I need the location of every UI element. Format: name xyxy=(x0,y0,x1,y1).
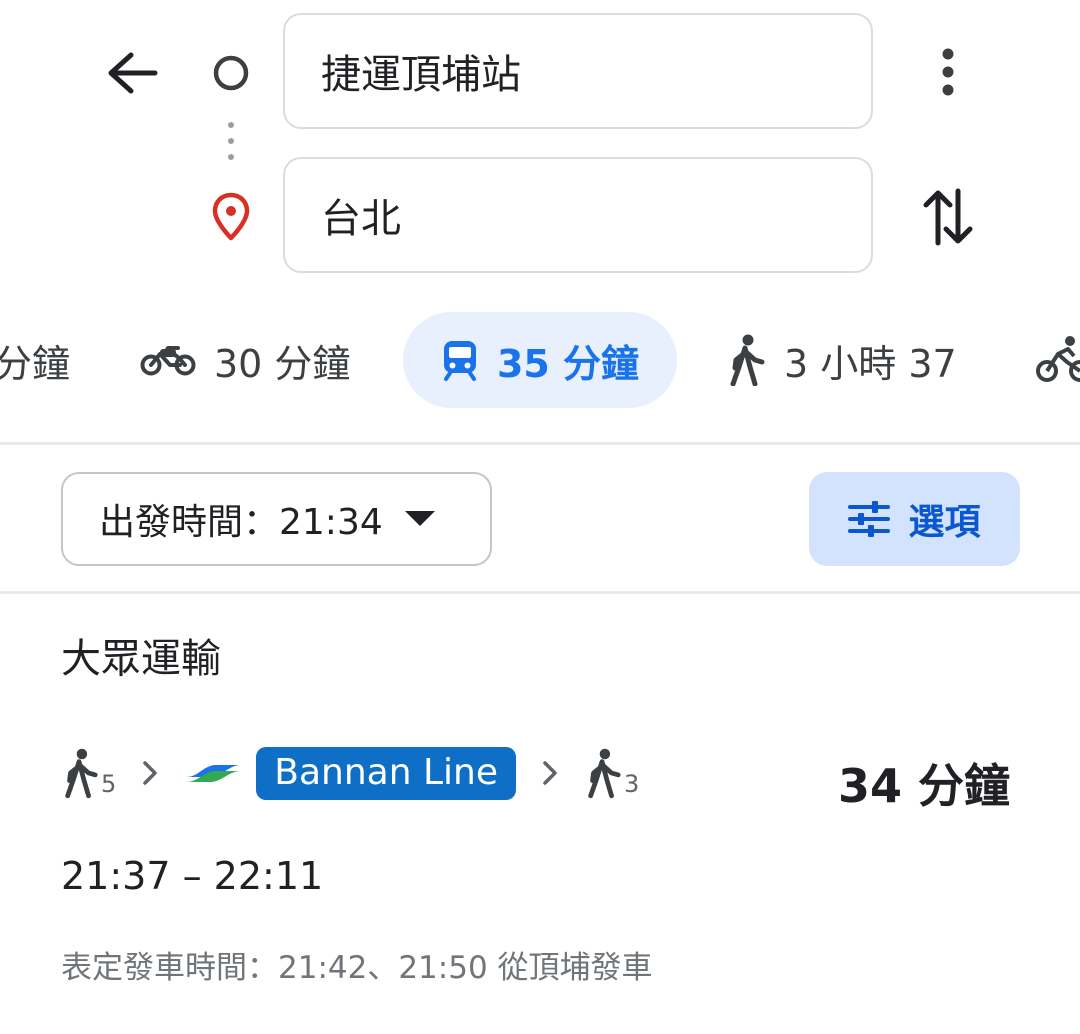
mode-tab-car[interactable]: 分鐘 xyxy=(0,312,70,408)
walking-person-icon xyxy=(65,748,98,799)
walking-person-icon xyxy=(726,334,766,386)
triangle-down-icon xyxy=(404,511,435,527)
mode-tab-bicycle[interactable] xyxy=(1036,312,1080,408)
tune-icon xyxy=(848,501,891,537)
route-duration: 34 分鐘 xyxy=(838,759,1011,813)
arrow-left-icon xyxy=(108,52,158,94)
destination-input[interactable]: 台北 xyxy=(283,157,873,273)
mode-tab-motorcycle[interactable]: 30 分鐘 xyxy=(140,312,350,408)
vertical-dots-icon xyxy=(942,48,954,96)
walk-minutes: 3 xyxy=(624,770,640,798)
route-connector-dots xyxy=(228,122,234,170)
section-title: 大眾運輸 xyxy=(61,636,221,682)
chevron-right-icon xyxy=(142,760,158,786)
motorcycle-icon xyxy=(140,343,196,377)
metro-logo-icon xyxy=(184,760,242,786)
mode-tab-label: 30 分鐘 xyxy=(214,341,351,386)
origin-input[interactable]: 捷運頂埔站 xyxy=(283,13,873,129)
walking-person-icon xyxy=(588,748,621,799)
swap-button[interactable] xyxy=(916,182,980,252)
options-button[interactable]: 選項 xyxy=(809,472,1020,566)
options-label: 選項 xyxy=(908,502,981,543)
divider xyxy=(0,442,1080,445)
more-options-button[interactable] xyxy=(918,42,978,102)
divider xyxy=(0,591,1080,594)
departure-time-label: 出發時間：21:34 xyxy=(99,502,383,543)
schedule-text: 表定發車時間：21:42、21:50 從頂埔發車 xyxy=(61,950,653,986)
mode-tab-label: 分鐘 xyxy=(0,341,71,386)
walk-minutes: 5 xyxy=(101,770,117,798)
walk-step-start: 5 xyxy=(61,746,116,800)
walk-step-end: 3 xyxy=(584,746,639,800)
route-time-range: 21:37 – 22:11 xyxy=(61,854,324,898)
mode-tab-label: 3 小時 37 xyxy=(784,341,957,386)
destination-pin-icon xyxy=(210,192,252,246)
swap-vertical-icon xyxy=(923,188,973,246)
train-icon xyxy=(441,339,479,381)
mode-tab-label: 35 分鐘 xyxy=(496,341,640,386)
origin-circle-icon xyxy=(212,54,250,96)
mode-tab-transit[interactable]: 35 分鐘 xyxy=(403,312,677,408)
mode-tab-walk[interactable]: 3 小時 37 xyxy=(726,312,957,408)
departure-time-dropdown[interactable]: 出發時間：21:34 xyxy=(61,472,492,566)
line-badge: Bannan Line xyxy=(256,746,517,800)
bicycle-icon xyxy=(1036,336,1080,384)
chevron-right-icon xyxy=(542,760,558,786)
route-steps[interactable]: 5 Bannan Line 3 xyxy=(61,740,639,806)
back-button[interactable] xyxy=(98,40,168,106)
